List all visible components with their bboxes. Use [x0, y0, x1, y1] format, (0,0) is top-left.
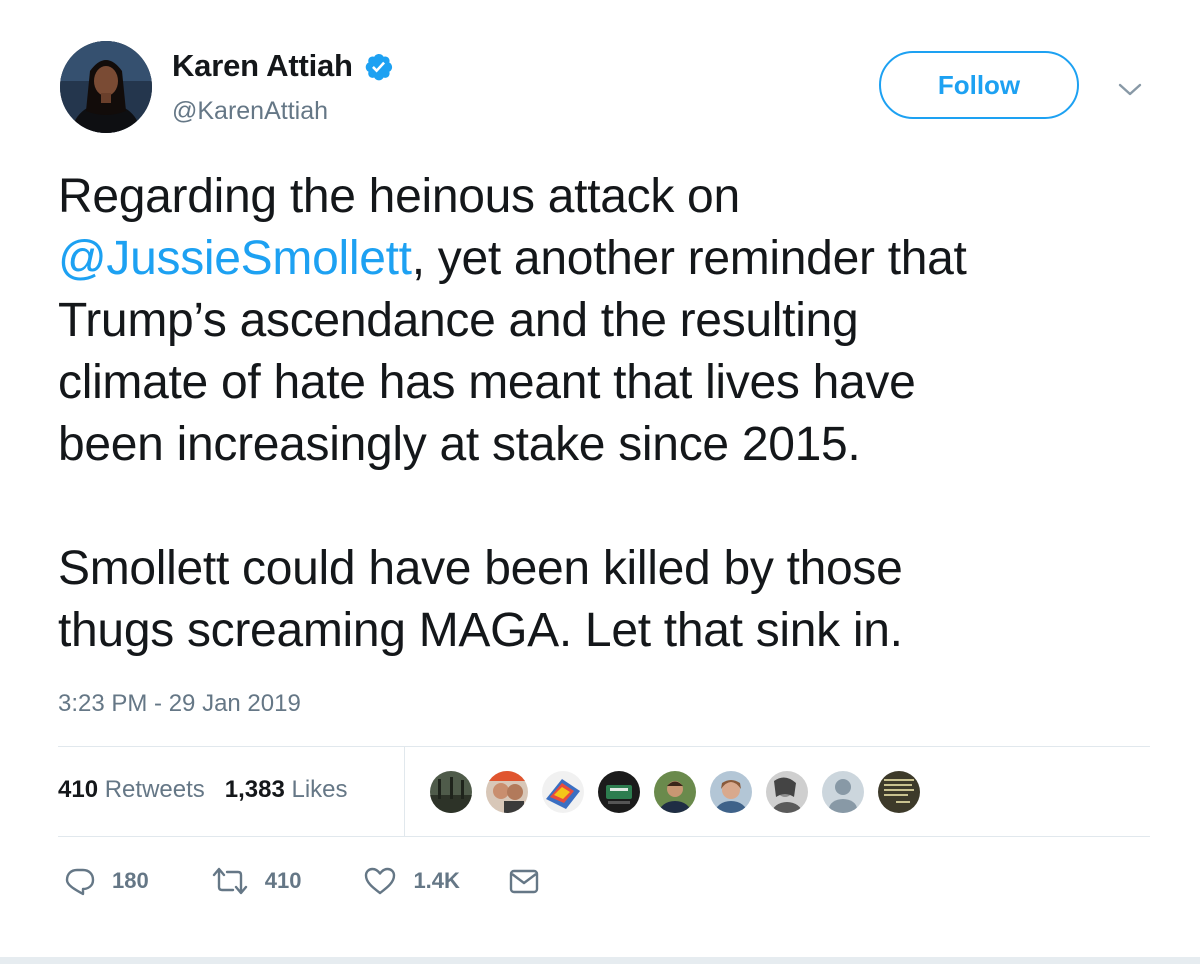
liker-avatar[interactable] — [484, 769, 530, 815]
follow-button[interactable]: Follow — [879, 51, 1079, 119]
liker-avatar[interactable] — [820, 769, 866, 815]
reply-count: 180 — [112, 868, 149, 893]
avatar[interactable] — [60, 41, 152, 133]
retweets-count: 410 — [58, 776, 99, 803]
envelope-icon — [508, 866, 540, 896]
timestamp[interactable]: 3:23 PM - 29 Jan 2019 — [58, 690, 301, 718]
liker-avatar[interactable] — [596, 769, 642, 815]
action-bar: 180 410 1.4K — [64, 865, 540, 897]
tweet-line: thugs screaming MAGA. Let that sink in. — [58, 604, 903, 657]
heart-icon — [363, 865, 397, 897]
tweet-line-text: , yet another reminder that — [411, 232, 967, 285]
bottom-border — [0, 957, 1200, 964]
like-button[interactable]: 1.4K — [363, 865, 460, 897]
liker-avatar[interactable] — [764, 769, 810, 815]
user-handle[interactable]: @KarenAttiah — [172, 97, 328, 126]
tweet-line: Smollett could have been killed by those — [58, 542, 903, 595]
liker-avatar[interactable] — [540, 769, 586, 815]
likes-label: Likes — [291, 776, 348, 803]
liker-avatar[interactable] — [428, 769, 474, 815]
tweet-line: been increasingly at stake since 2015. — [58, 418, 861, 471]
mention-link[interactable]: @JussieSmollett — [58, 232, 412, 285]
retweet-button[interactable]: 410 — [211, 865, 302, 897]
display-name-text[interactable]: Karen Attiah — [172, 48, 353, 84]
tweet-card: Karen Attiah @KarenAttiah Follow Regardi… — [0, 0, 1200, 964]
retweet-count: 410 — [264, 868, 302, 893]
tweet-stats: 410 Retweets 1,383 Likes — [58, 776, 368, 804]
liker-avatars — [428, 769, 932, 815]
reply-icon — [64, 865, 96, 897]
liker-avatar[interactable] — [876, 769, 922, 815]
chevron-down-icon[interactable] — [1118, 80, 1142, 100]
stats-divider — [404, 747, 405, 836]
tweet-line: Regarding the heinous attack on — [58, 170, 740, 223]
tweet-line: climate of hate has meant that lives hav… — [58, 356, 916, 409]
direct-message-button[interactable] — [508, 866, 540, 896]
liker-avatar[interactable] — [708, 769, 754, 815]
likes-count: 1,383 — [224, 776, 285, 803]
retweets-label: Retweets — [104, 776, 205, 803]
liker-avatar[interactable] — [652, 769, 698, 815]
tweet-line: @JussieSmollett, yet another reminder th… — [58, 228, 1158, 290]
retweet-icon — [211, 865, 249, 897]
display-name[interactable]: Karen Attiah — [172, 48, 394, 84]
tweet-text: Regarding the heinous attack on @JussieS… — [58, 166, 1158, 662]
like-count: 1.4K — [413, 868, 460, 893]
divider — [58, 746, 1150, 747]
tweet-line: Trump’s ascendance and the resulting — [58, 294, 859, 347]
reply-button[interactable]: 180 — [64, 865, 149, 897]
retweets-stat[interactable]: 410 Retweets — [58, 776, 205, 804]
verified-badge-icon — [363, 51, 394, 82]
likes-stat[interactable]: 1,383 Likes — [225, 776, 348, 804]
divider — [58, 836, 1150, 837]
